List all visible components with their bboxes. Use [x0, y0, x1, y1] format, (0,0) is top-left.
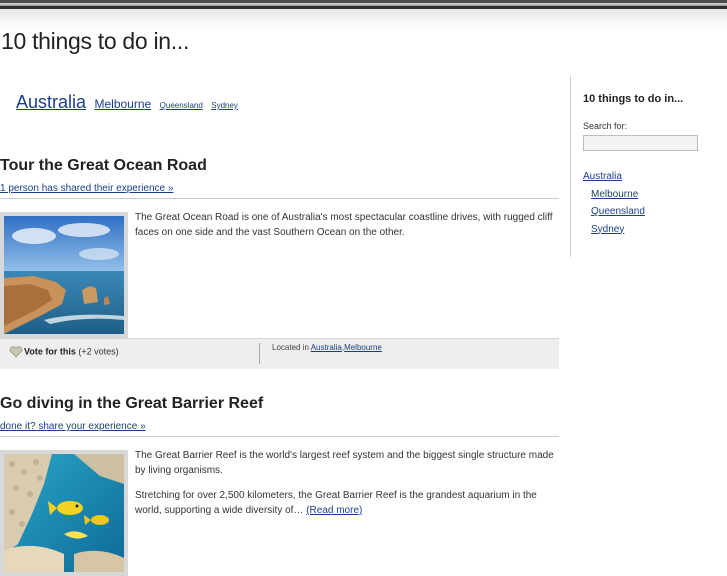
- sidebar-link-melbourne[interactable]: Melbourne: [591, 189, 638, 200]
- read-more-link[interactable]: (Read more): [306, 505, 362, 516]
- ocean-road-image: [4, 216, 124, 334]
- location-link-melbourne[interactable]: Melbourne: [94, 97, 151, 111]
- divider: [259, 343, 260, 364]
- share-row: done it? share your experience »: [0, 421, 559, 437]
- post-thumbnail[interactable]: [0, 450, 128, 576]
- post-thumbnail[interactable]: [0, 212, 128, 338]
- share-experience-link[interactable]: done it? share your experience »: [0, 421, 152, 432]
- sidebar-item: Sydney: [583, 224, 645, 242]
- site-title: 10 things to do in...: [1, 28, 190, 54]
- search-label: Search for:: [583, 121, 628, 131]
- sidebar-title: 10 things to do in...: [583, 93, 684, 105]
- sidebar-item: Australia: [583, 171, 645, 189]
- post-paragraph-last: Stretching for over 2,500 kilometers, th…: [135, 488, 559, 518]
- sidebar-item: Queensland: [583, 206, 645, 224]
- share-row: 1 person has shared their experience »: [0, 183, 559, 199]
- vote-bar: Vote for this (+2 votes) Located in Aust…: [0, 338, 559, 369]
- vote-count: (+2 votes): [78, 346, 119, 357]
- sidebar-link-queensland[interactable]: Queensland: [591, 206, 645, 217]
- sidebar-item: Melbourne: [583, 189, 645, 207]
- sidebar-link-australia[interactable]: Australia: [583, 171, 622, 182]
- vote-button[interactable]: Vote for this (+2 votes): [9, 346, 119, 358]
- location-nav: Australia Melbourne Queensland Sydney: [16, 92, 242, 113]
- sidebar-link-sydney[interactable]: Sydney: [591, 224, 624, 235]
- search-input[interactable]: [583, 135, 698, 151]
- location-link-sydney[interactable]: Sydney: [211, 101, 238, 110]
- sidebar: 10 things to do in... Search for: Austra…: [570, 76, 727, 257]
- post-great-barrier-reef: Go diving in the Great Barrier Reef done…: [0, 395, 559, 437]
- located-in: Located in Australia,Melbourne: [272, 343, 382, 352]
- location-link-queensland[interactable]: Queensland: [160, 101, 203, 110]
- post-description: The Great Ocean Road is one of Australia…: [135, 210, 559, 250]
- post-title: Tour the Great Ocean Road: [0, 157, 207, 174]
- post-paragraph: The Great Barrier Reef is the world's la…: [135, 450, 554, 476]
- post-description: The Great Barrier Reef is the world's la…: [135, 448, 559, 528]
- reef-image: [4, 454, 124, 572]
- sidebar-location-list: Australia Melbourne Queensland Sydney: [583, 171, 645, 241]
- heart-icon: [9, 346, 23, 358]
- share-experience-link[interactable]: 1 person has shared their experience »: [0, 183, 180, 194]
- vote-label: Vote for this: [24, 346, 76, 357]
- post-title: Go diving in the Great Barrier Reef: [0, 395, 264, 412]
- post-paragraph: The Great Ocean Road is one of Australia…: [135, 212, 553, 238]
- located-link-melbourne[interactable]: Melbourne: [344, 343, 382, 352]
- located-link-australia[interactable]: Australia: [311, 343, 342, 352]
- post-great-ocean-road: Tour the Great Ocean Road 1 person has s…: [0, 157, 559, 199]
- location-link-australia[interactable]: Australia: [16, 92, 86, 112]
- located-prefix: Located in: [272, 343, 309, 352]
- top-header-bar: [0, 0, 727, 30]
